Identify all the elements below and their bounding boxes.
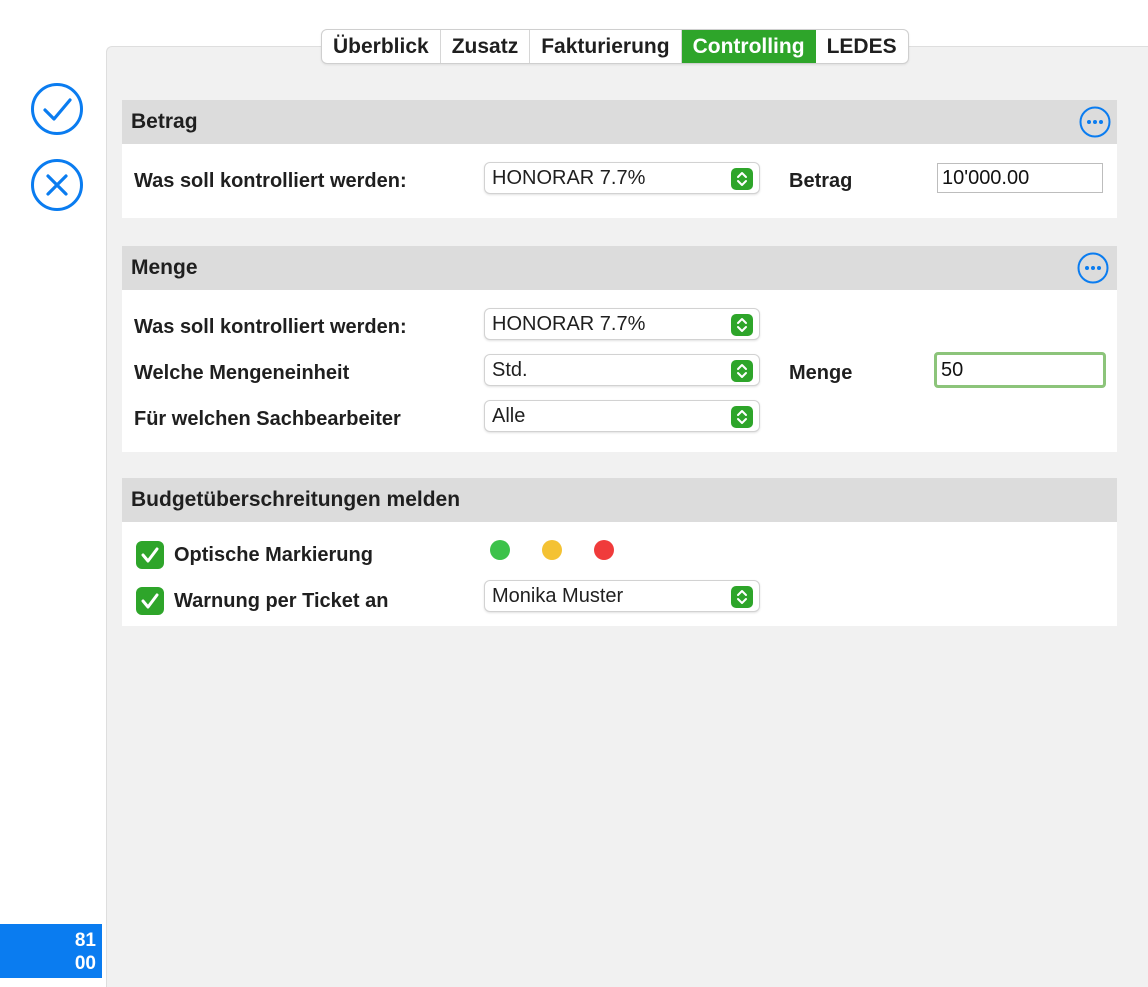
menge-what-select[interactable]: HONORAR 7.7%: [484, 308, 760, 340]
ticket-recipient-select[interactable]: Monika Muster: [484, 580, 760, 612]
betrag-section: Betrag Was soll kontrolliert werden: HON…: [122, 100, 1117, 218]
menge-what-value: HONORAR 7.7%: [492, 313, 646, 335]
tab-fakturierung[interactable]: Fakturierung: [530, 30, 682, 63]
sidebar: 81 00: [0, 0, 106, 978]
ticket-recipient-value: Monika Muster: [492, 585, 624, 607]
betrag-what-value: HONORAR 7.7%: [492, 167, 646, 189]
chevron-updown-icon: [731, 314, 753, 336]
yellow-status-dot: [542, 540, 562, 560]
menge-unit-value: Std.: [492, 359, 528, 381]
green-status-dot: [490, 540, 510, 560]
more-options-icon: [1079, 106, 1111, 138]
optical-marking-checkbox[interactable]: [136, 541, 164, 569]
red-status-dot: [594, 540, 614, 560]
tab-bar: Überblick Zusatz Fakturierung Controllin…: [321, 29, 909, 64]
tab-zusatz[interactable]: Zusatz: [441, 30, 531, 63]
more-options-icon: [1077, 252, 1109, 284]
record-number-badge: 81 00: [0, 924, 102, 978]
menge-qty-label: Menge: [789, 362, 853, 384]
menge-person-value: Alle: [492, 405, 526, 427]
budget-section-title: Budgetüberschreitungen melden: [131, 488, 461, 511]
menge-section: Menge Was soll kontrolliert werden: HONO…: [122, 246, 1117, 452]
checkmark-icon: [141, 593, 159, 609]
menge-unit-label: Welche Mengeneinheit: [134, 362, 350, 384]
cancel-button[interactable]: [30, 158, 84, 212]
menge-section-title: Menge: [131, 256, 198, 279]
menge-more-button[interactable]: [1077, 252, 1109, 284]
badge-line-1: 81: [74, 930, 96, 951]
badge-line-2: 00: [74, 953, 96, 974]
chevron-updown-icon: [731, 360, 753, 382]
ticket-warning-label: Warnung per Ticket an: [174, 590, 389, 612]
tab-ledes[interactable]: LEDES: [816, 30, 908, 63]
chevron-updown-icon: [731, 168, 753, 190]
optical-marking-label: Optische Markierung: [174, 544, 373, 566]
betrag-what-select[interactable]: HONORAR 7.7%: [484, 162, 760, 194]
x-circle-icon: [31, 159, 83, 211]
betrag-section-header: Betrag: [122, 100, 1117, 144]
menge-section-header: Menge: [122, 246, 1117, 290]
betrag-section-title: Betrag: [131, 110, 198, 133]
menge-person-select[interactable]: Alle: [484, 400, 760, 432]
chevron-updown-icon: [731, 586, 753, 608]
chevron-updown-icon: [731, 406, 753, 428]
checkmark-icon: [141, 547, 159, 563]
check-circle-icon: [31, 83, 83, 135]
menge-person-label: Für welchen Sachbearbeiter: [134, 408, 401, 430]
tab-ueberblick[interactable]: Überblick: [322, 30, 441, 63]
menge-what-label: Was soll kontrolliert werden:: [134, 316, 407, 338]
tab-controlling[interactable]: Controlling: [681, 30, 816, 63]
ticket-warning-checkbox[interactable]: [136, 587, 164, 615]
menge-unit-select[interactable]: Std.: [484, 354, 760, 386]
betrag-more-button[interactable]: [1079, 106, 1111, 138]
budget-section-header: Budgetüberschreitungen melden: [122, 478, 1117, 522]
betrag-amount-input[interactable]: [937, 163, 1103, 193]
betrag-what-label: Was soll kontrolliert werden:: [134, 170, 407, 192]
betrag-amount-label: Betrag: [789, 170, 853, 192]
budget-section: Budgetüberschreitungen melden Optische M…: [122, 478, 1117, 626]
menge-qty-input[interactable]: [934, 352, 1106, 388]
confirm-button[interactable]: [30, 82, 84, 136]
